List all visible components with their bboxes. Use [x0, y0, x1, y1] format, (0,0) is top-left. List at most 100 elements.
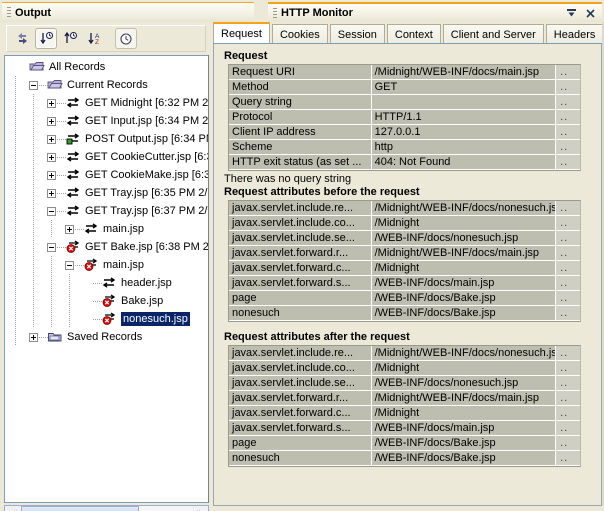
sort-descending-time-icon[interactable] [35, 28, 57, 49]
tree-item[interactable]: Bake.jsp [5, 292, 209, 310]
table-row[interactable]: HTTP exit status (as set ... 404: Not Fou… [229, 155, 580, 170]
table-row[interactable]: Request URI/Midnight/WEB-INF/docs/main.j… [229, 65, 580, 80]
request-properties-table[interactable]: Request URI/Midnight/WEB-INF/docs/main.j… [228, 64, 581, 171]
clock-icon[interactable] [115, 28, 137, 49]
sort-alphabetical-icon[interactable]: A Z [83, 28, 105, 49]
table-row[interactable]: javax.servlet.include.se.../WEB-INF/docs… [229, 376, 580, 391]
tree-guide [15, 148, 16, 166]
sort-ascending-time-icon[interactable] [59, 28, 81, 49]
tree-guide [33, 130, 34, 148]
tree-item[interactable]: GET CookieCutter.jsp [6:35 P [5, 148, 209, 166]
table-row[interactable]: javax.servlet.include.re.../Midnight/WEB… [229, 201, 580, 216]
drag-grip-icon[interactable] [273, 7, 277, 19]
reload-icon[interactable] [11, 28, 33, 49]
tree-item[interactable]: GET Bake.jsp [6:38 PM 2/8/05 [5, 238, 209, 256]
tree-item[interactable]: POST Output.jsp [6:34 PM 2/ [5, 130, 209, 148]
drag-grip-icon[interactable] [7, 7, 11, 18]
expand-toggle-icon[interactable] [47, 98, 56, 108]
request-tab-content: Request Request URI/Midnight/WEB-INF/doc… [213, 43, 602, 506]
collapse-toggle-icon[interactable] [47, 242, 56, 252]
table-row[interactable]: javax.servlet.include.co.../Midnight.. [229, 361, 580, 376]
table-row[interactable]: page/WEB-INF/docs/Bake.jsp.. [229, 436, 580, 451]
chevron-left-icon[interactable] [5, 506, 21, 511]
table-cell-overflow: .. [556, 216, 580, 230]
expand-toggle-icon[interactable] [47, 134, 56, 144]
tree-item[interactable]: GET Tray.jsp [6:37 PM 2/8/05 [5, 202, 209, 220]
tree-guide [33, 220, 34, 238]
table-row[interactable]: Client IP address 127.0.0.1.. [229, 125, 580, 140]
attributes-after-table[interactable]: javax.servlet.include.re.../Midnight/WEB… [228, 345, 581, 467]
tree-item[interactable]: Current Records [5, 76, 209, 94]
tree-item[interactable]: GET Tray.jsp [6:35 PM 2/8/05 [5, 184, 209, 202]
http-monitor-titlebar[interactable]: HTTP Monitor [268, 2, 602, 22]
tree-guide [15, 184, 16, 202]
collapse-toggle-icon[interactable] [65, 260, 74, 270]
tab-context[interactable]: Context [386, 24, 441, 44]
monitor-tabstrip[interactable]: Request Cookies Session Context Client and S… [213, 22, 604, 44]
table-row[interactable]: javax.servlet.include.co.../Midnight.. [229, 216, 580, 231]
tree-item-label: GET Tray.jsp [6:35 PM 2/8/05 [85, 187, 209, 199]
tree-item[interactable]: Saved Records [5, 328, 209, 346]
output-panel: A Z All Records Current Records GET Midnig… [2, 22, 212, 511]
tree-guide [51, 220, 52, 238]
scrollbar-thumb[interactable] [21, 506, 139, 511]
minimize-icon[interactable] [566, 8, 577, 19]
expand-toggle-icon[interactable] [47, 116, 56, 126]
tab-client-and-server[interactable]: Client and Server [442, 24, 544, 44]
tree-item-label: nonesuch.jsp [120, 311, 191, 327]
expand-toggle-icon[interactable] [47, 188, 56, 198]
table-row[interactable]: page/WEB-INF/docs/Bake.jsp.. [229, 291, 580, 306]
tree-item[interactable]: main.jsp [5, 256, 209, 274]
records-tree[interactable]: All Records Current Records GET Midnight [… [4, 55, 209, 503]
close-icon[interactable] [585, 8, 596, 19]
table-row[interactable]: Protocol HTTP/1.1.. [229, 110, 580, 125]
tab-request[interactable]: Request [213, 22, 270, 44]
scrollbar-track[interactable] [21, 506, 192, 511]
tree-item[interactable]: All Records [5, 58, 209, 76]
collapse-toggle-icon[interactable] [47, 206, 56, 216]
table-row[interactable]: javax.servlet.forward.r.../Midnight/WEB-… [229, 391, 580, 406]
table-row[interactable]: javax.servlet.forward.c.../Midnight.. [229, 406, 580, 421]
table-cell-overflow: .. [556, 140, 580, 154]
table-row[interactable]: Scheme http.. [229, 140, 580, 155]
expand-toggle-icon[interactable] [47, 170, 56, 180]
request-error-icon [66, 240, 80, 253]
output-window-titlebar[interactable]: Output [2, 2, 254, 22]
tree-guide [69, 274, 70, 292]
table-cell-key: javax.servlet.forward.r... [229, 246, 372, 260]
tab-label: Headers [553, 28, 596, 41]
table-row[interactable]: javax.servlet.forward.s.../WEB-INF/docs/… [229, 421, 580, 436]
tab-session[interactable]: Session [329, 24, 385, 44]
tree-item[interactable]: GET Midnight [6:32 PM 2/8/05 [5, 94, 209, 112]
table-row[interactable]: javax.servlet.forward.c.../Midnight.. [229, 261, 580, 276]
tab-headers[interactable]: Headers [545, 24, 604, 44]
expand-toggle-icon[interactable] [29, 332, 38, 342]
table-row[interactable]: Method GET.. [229, 80, 580, 95]
tab-cookies[interactable]: Cookies [271, 24, 328, 44]
table-cell-overflow: .. [556, 155, 580, 169]
output-window-title: Output [15, 6, 52, 19]
table-cell-overflow: .. [556, 261, 580, 275]
table-row[interactable]: javax.servlet.include.re.../Midnight/WEB… [229, 346, 580, 361]
table-row[interactable]: Query string.. [229, 95, 580, 110]
tree-horizontal-scrollbar[interactable] [4, 505, 209, 511]
tree-item[interactable]: GET Input.jsp [6:34 PM 2/8/0 [5, 112, 209, 130]
tree-item[interactable]: nonesuch.jsp [5, 310, 209, 328]
expand-toggle-icon[interactable] [47, 152, 56, 162]
tree-guide [15, 220, 16, 238]
table-row[interactable]: javax.servlet.forward.r.../Midnight/WEB-… [229, 246, 580, 261]
post-request-icon [66, 133, 80, 145]
tree-item[interactable]: main.jsp [5, 220, 209, 238]
expand-toggle-icon[interactable] [65, 224, 74, 234]
table-row[interactable]: nonesuch/WEB-INF/docs/Bake.jsp.. [229, 306, 580, 321]
tree-item[interactable]: GET CookieMake.jsp [6:35 PM [5, 166, 209, 184]
collapse-toggle-icon[interactable] [29, 80, 38, 90]
tree-item[interactable]: header.jsp [5, 274, 209, 292]
table-row[interactable]: javax.servlet.include.se.../WEB-INF/docs… [229, 231, 580, 246]
table-row[interactable]: nonesuch/WEB-INF/docs/Bake.jsp.. [229, 451, 580, 466]
tree-item-label: GET Tray.jsp [6:37 PM 2/8/05 [85, 205, 209, 217]
attributes-before-table[interactable]: javax.servlet.include.re.../Midnight/WEB… [228, 200, 581, 322]
chevron-right-icon[interactable] [192, 506, 208, 511]
tree-guide [33, 148, 34, 166]
table-row[interactable]: javax.servlet.forward.s.../WEB-INF/docs/… [229, 276, 580, 291]
